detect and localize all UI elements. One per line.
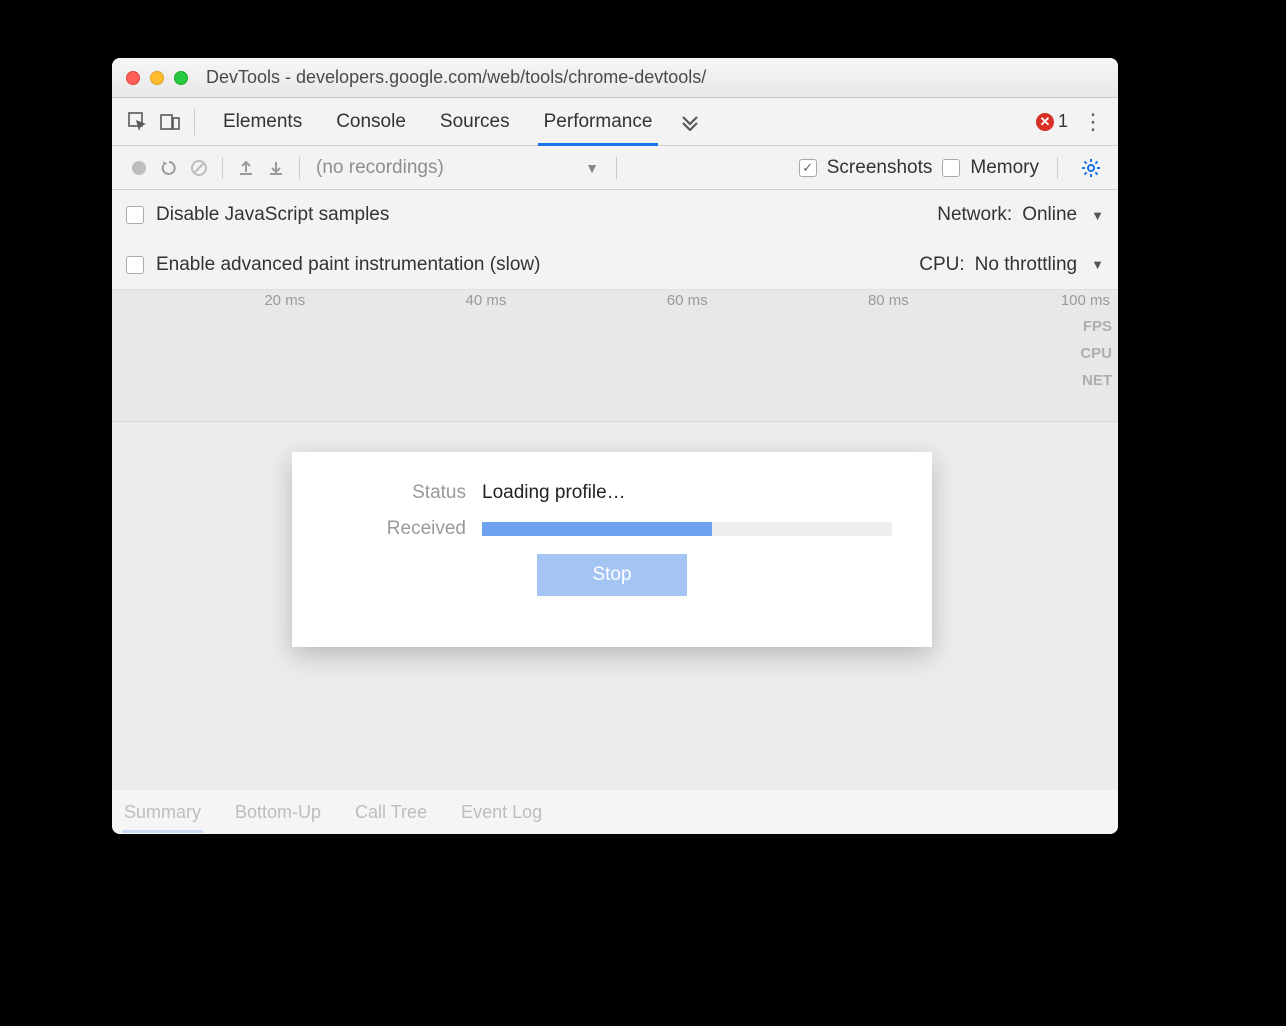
stop-button[interactable]: Stop [537,554,687,596]
disable-js-label: Disable JavaScript samples [156,204,389,226]
tab-call-tree[interactable]: Call Tree [353,792,429,833]
save-profile-icon[interactable] [261,153,291,183]
tick: 80 ms [716,292,917,309]
divider [616,157,617,179]
devtools-window: DevTools - developers.google.com/web/too… [112,58,1118,834]
progress-fill [482,522,712,536]
device-toolbar-icon[interactable] [154,106,186,138]
memory-checkbox[interactable] [942,159,960,177]
loading-dialog: Status Loading profile… Received Stop [292,452,932,647]
inspect-element-icon[interactable] [122,106,154,138]
enable-paint-checkbox[interactable] [126,256,144,274]
load-profile-icon[interactable] [231,153,261,183]
record-icon[interactable] [124,153,154,183]
divider [1057,157,1058,179]
settings-menu-icon[interactable]: ⋮ [1078,109,1108,135]
tab-elements[interactable]: Elements [221,101,304,143]
divider [194,109,195,135]
timeline-overview[interactable]: 20 ms 40 ms 60 ms 80 ms 100 ms FPS CPU N… [112,290,1118,422]
cpu-select[interactable]: No throttling ▼ [975,254,1104,276]
track-labels: FPS CPU NET [1080,318,1112,389]
zoom-window-button[interactable] [174,71,188,85]
window-title: DevTools - developers.google.com/web/too… [206,67,706,88]
cpu-value: No throttling [975,254,1077,276]
track-fps: FPS [1080,318,1112,335]
error-count-badge[interactable]: ✕ 1 [1036,111,1068,132]
settings-row-2: Enable advanced paint instrumentation (s… [112,240,1118,290]
chevron-down-icon: ▼ [1091,208,1104,223]
status-value: Loading profile… [482,482,892,504]
titlebar: DevTools - developers.google.com/web/too… [112,58,1118,98]
tab-performance[interactable]: Performance [542,101,655,143]
disable-js-checkbox[interactable] [126,206,144,224]
network-select[interactable]: Online ▼ [1022,204,1104,226]
tick: 40 ms [313,292,514,309]
traffic-lights [126,71,188,85]
cpu-label: CPU: [919,254,964,276]
flamechart-area: Status Loading profile… Received Stop [112,422,1118,768]
reload-icon[interactable] [154,153,184,183]
tick: 100 ms [917,292,1118,309]
capture-settings-icon[interactable] [1076,153,1106,183]
enable-paint-label: Enable advanced paint instrumentation (s… [156,254,540,276]
tab-bottom-up[interactable]: Bottom-Up [233,792,323,833]
tab-summary[interactable]: Summary [122,792,203,833]
clear-icon[interactable] [184,153,214,183]
divider [299,157,300,179]
memory-label: Memory [970,157,1039,179]
tab-sources[interactable]: Sources [438,101,512,143]
minimize-window-button[interactable] [150,71,164,85]
tick: 60 ms [514,292,715,309]
main-tab-bar: Elements Console Sources Performance ✕ 1… [112,98,1118,146]
tab-event-log[interactable]: Event Log [459,792,544,833]
tab-console[interactable]: Console [334,101,408,143]
divider [222,157,223,179]
status-label: Status [332,482,482,504]
performance-toolbar: (no recordings) ▼ Screenshots Memory [112,146,1118,190]
network-label: Network: [937,204,1012,226]
error-icon: ✕ [1036,113,1054,131]
panel-tabs: Elements Console Sources Performance [221,101,654,143]
error-count: 1 [1058,111,1068,132]
recordings-select[interactable]: (no recordings) ▼ [308,157,608,179]
progress-bar [482,522,892,536]
chevron-down-icon: ▼ [585,160,599,176]
tick: 20 ms [112,292,313,309]
details-tab-bar: Summary Bottom-Up Call Tree Event Log [112,790,1118,834]
track-cpu: CPU [1080,345,1112,362]
time-ruler: 20 ms 40 ms 60 ms 80 ms 100 ms [112,290,1118,316]
chevron-down-icon: ▼ [1091,257,1104,272]
close-window-button[interactable] [126,71,140,85]
recordings-placeholder: (no recordings) [316,157,444,179]
settings-row-1: Disable JavaScript samples Network: Onli… [112,190,1118,240]
received-label: Received [332,518,482,540]
screenshots-label: Screenshots [827,157,933,179]
more-tabs-icon[interactable] [674,106,706,138]
network-value: Online [1022,204,1077,226]
track-net: NET [1080,372,1112,389]
screenshots-checkbox[interactable] [799,159,817,177]
